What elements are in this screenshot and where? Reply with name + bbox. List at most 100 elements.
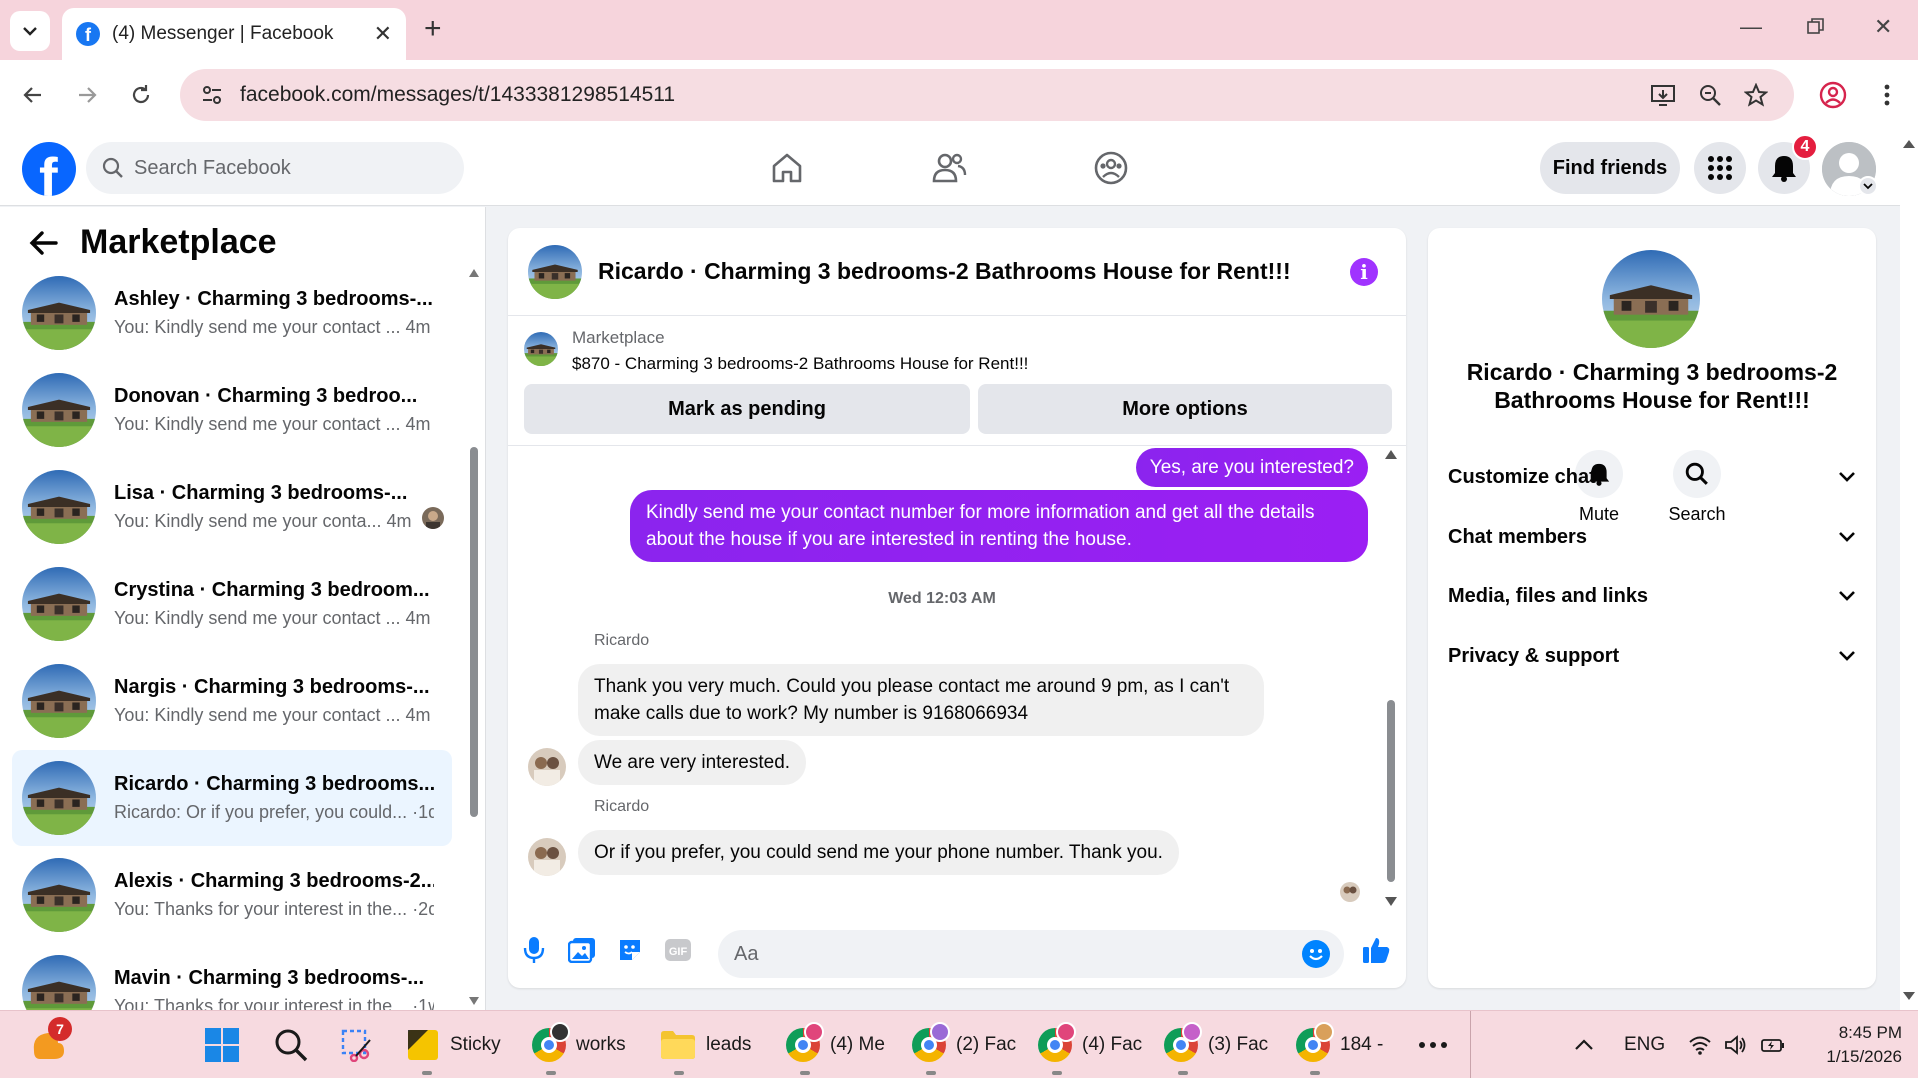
conversation-item[interactable]: Lisa · Charming 3 bedrooms-... You: Kind… — [12, 459, 452, 555]
browser-tab-messenger[interactable]: f (4) Messenger | Facebook ✕ — [62, 8, 406, 60]
section-label: Privacy & support — [1448, 644, 1620, 667]
bookmark-star-icon[interactable] — [1744, 83, 1768, 107]
conversation-name: Ashley · Charming 3 bedrooms-... — [114, 288, 433, 310]
running-indicator — [674, 1071, 684, 1075]
conversation-info-icon[interactable]: i — [1350, 258, 1378, 286]
forward-button[interactable] — [70, 78, 104, 112]
chat-avatar[interactable] — [528, 244, 582, 299]
taskbar-label: works — [576, 1034, 626, 1055]
reload-button[interactable] — [124, 78, 158, 112]
back-button[interactable] — [16, 78, 50, 112]
microphone-icon[interactable] — [518, 934, 550, 966]
taskbar-app-chrome-5[interactable]: 184 - — [1296, 1011, 1383, 1078]
sidebar-scrollbar[interactable] — [468, 267, 480, 1007]
taskbar-app-chrome-3[interactable]: (4) Fac — [1038, 1011, 1142, 1078]
taskbar-search-button[interactable] — [274, 1011, 308, 1078]
conversation-item[interactable]: Nargis · Charming 3 bedrooms-... You: Ki… — [12, 653, 452, 749]
listing-thumbnail — [22, 567, 96, 641]
new-tab-button[interactable]: + — [424, 14, 442, 44]
listing-thumbnail — [22, 373, 96, 447]
chat-scrollbar[interactable] — [1383, 448, 1399, 908]
running-indicator — [1052, 1071, 1062, 1075]
conversation-snippet: You: Kindly send me your contact ... 4m — [114, 317, 431, 337]
zoom-icon[interactable] — [1698, 83, 1722, 107]
sender-avatar — [528, 838, 566, 876]
read-receipt-avatar — [1340, 882, 1360, 902]
system-tray-icons[interactable] — [1688, 1011, 1786, 1078]
chat-members-section[interactable]: Chat members — [1448, 514, 1856, 560]
like-thumb-icon[interactable] — [1360, 934, 1392, 966]
seen-avatar — [422, 507, 444, 529]
chevron-down-icon — [1839, 591, 1855, 601]
tab-close-icon[interactable]: ✕ — [374, 21, 392, 47]
listing-thumbnail — [22, 276, 96, 350]
conversation-item[interactable]: Donovan · Charming 3 bedroo... You: Kind… — [12, 362, 452, 458]
account-chevron-icon[interactable] — [1858, 176, 1878, 196]
more-options-button[interactable]: More options — [978, 384, 1392, 434]
sticker-icon[interactable] — [614, 934, 646, 966]
attach-photo-icon[interactable] — [566, 934, 598, 966]
sender-avatar — [528, 748, 566, 786]
start-button[interactable] — [204, 1011, 240, 1078]
listing-thumbnail — [22, 955, 96, 1010]
chat-title[interactable]: Ricardo · Charming 3 bedrooms-2 Bathroom… — [598, 258, 1291, 285]
emoji-icon[interactable] — [1302, 940, 1330, 968]
back-arrow-icon[interactable] — [28, 230, 58, 256]
media-files-links-section[interactable]: Media, files and links — [1448, 573, 1856, 619]
taskbar-app-chrome-2[interactable]: (2) Fac — [912, 1011, 1016, 1078]
restore-icon[interactable] — [1806, 16, 1826, 42]
menu-grid-button[interactable] — [1694, 142, 1746, 194]
taskbar-app-works[interactable]: works — [532, 1011, 626, 1078]
page-scrollbar[interactable] — [1900, 130, 1918, 1010]
windows-taskbar: 7 Sticky works leads (4) Me (2) Fac (4) … — [0, 1010, 1918, 1078]
friends-nav-icon[interactable] — [929, 148, 969, 188]
chevron-down-icon — [1839, 532, 1855, 542]
conversation-snippet: You: Kindly send me your contact ... 4m — [114, 608, 431, 628]
home-nav-icon[interactable] — [767, 148, 807, 188]
info-avatar[interactable] — [1602, 250, 1700, 348]
conversation-name: Alexis · Charming 3 bedrooms-2... — [114, 870, 434, 892]
taskbar-overflow-button[interactable] — [1418, 1011, 1448, 1078]
conversation-item[interactable]: Mavin · Charming 3 bedrooms-... You: Tha… — [12, 944, 452, 1010]
listing-title[interactable]: $870 - Charming 3 bedrooms-2 Bathrooms H… — [572, 354, 1028, 374]
conversation-item[interactable]: Ashley · Charming 3 bedrooms-... You: Ki… — [12, 265, 452, 361]
weather-widget[interactable]: 7 — [28, 1011, 72, 1078]
clock-time: 8:45 PM — [1838, 1023, 1902, 1042]
taskbar-clock[interactable]: 8:45 PM 1/15/2026 — [1802, 1021, 1902, 1069]
taskbar-app-leads[interactable]: leads — [660, 1011, 751, 1078]
message-input-placeholder: Aa — [734, 942, 759, 965]
mark-as-pending-button[interactable]: Mark as pending — [524, 384, 970, 434]
language-indicator[interactable]: ENG — [1624, 1011, 1665, 1078]
browser-menu-icon[interactable] — [1870, 78, 1904, 112]
show-hidden-icons-button[interactable] — [1574, 1011, 1594, 1078]
running-indicator — [800, 1071, 810, 1075]
install-app-icon[interactable] — [1650, 83, 1676, 107]
taskbar-app-sticky[interactable]: Sticky — [406, 1011, 501, 1078]
minimize-icon[interactable]: — — [1740, 14, 1762, 40]
taskbar-app-chrome-1[interactable]: (4) Me — [786, 1011, 885, 1078]
info-title: Ricardo · Charming 3 bedrooms-2 Bathroom… — [1466, 359, 1838, 413]
conversation-item-active[interactable]: Ricardo · Charming 3 bedrooms... Ricardo… — [12, 750, 452, 846]
conversation-name: Lisa · Charming 3 bedrooms-... — [114, 482, 408, 504]
facebook-search-input[interactable]: Search Facebook — [86, 142, 464, 194]
profile-icon[interactable] — [1816, 78, 1850, 112]
find-friends-button[interactable]: Find friends — [1540, 142, 1680, 194]
tab-title: (4) Messenger | Facebook — [112, 23, 334, 44]
site-settings-icon[interactable] — [198, 81, 226, 109]
close-window-icon[interactable]: ✕ — [1874, 14, 1892, 40]
conversation-item[interactable]: Alexis · Charming 3 bedrooms-2... You: T… — [12, 847, 452, 943]
customize-chat-section[interactable]: Customize chat — [1448, 454, 1856, 500]
message-input[interactable]: Aa — [718, 930, 1344, 978]
conversation-item[interactable]: Crystina · Charming 3 bedroom... You: Ki… — [12, 556, 452, 652]
gif-icon[interactable]: GIF — [662, 934, 694, 966]
chevron-down-icon — [1839, 472, 1855, 482]
groups-nav-icon[interactable] — [1091, 148, 1131, 188]
marketplace-label: Marketplace — [572, 328, 665, 347]
taskbar-app-chrome-4[interactable]: (3) Fac — [1164, 1011, 1268, 1078]
facebook-logo[interactable]: f — [22, 142, 76, 196]
snipping-tool-button[interactable] — [340, 1011, 374, 1078]
browser-toolbar: facebook.com/messages/t/1433381298514511 — [0, 60, 1918, 130]
tab-search-button[interactable] — [10, 11, 50, 51]
address-bar[interactable]: facebook.com/messages/t/1433381298514511 — [180, 69, 1794, 121]
privacy-support-section[interactable]: Privacy & support — [1448, 633, 1856, 679]
